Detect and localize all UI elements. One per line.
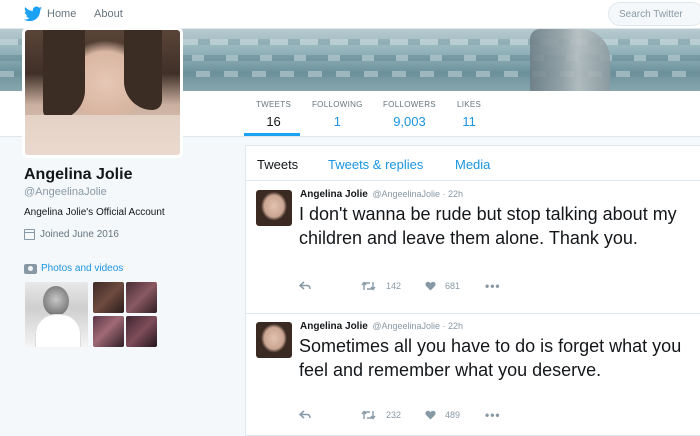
stat-label: LIKES (457, 100, 482, 109)
photos-link-label: Photos and videos (41, 263, 124, 274)
tab-tweets[interactable]: Tweets (257, 157, 298, 172)
profile-handle: @AngeelinaJolie (24, 186, 107, 198)
like-count: 489 (445, 410, 461, 420)
tweet-header: Angelina Jolie @AngeelinaJolie · 22h (300, 321, 463, 332)
nav-about-link[interactable]: About (94, 8, 123, 20)
stat-value: 11 (462, 114, 476, 129)
reply-icon[interactable] (299, 281, 311, 291)
tweet-meta: @AngeelinaJolie · 22h (372, 189, 464, 199)
retweet-count: 142 (386, 281, 402, 291)
retweet-icon[interactable] (361, 410, 376, 420)
search-input[interactable]: Search Twitter (608, 2, 700, 26)
tweet-text: Sometimes all you have to do is forget w… (299, 336, 682, 380)
heart-icon[interactable] (425, 410, 436, 420)
media-thumbnail[interactable] (93, 282, 124, 313)
tweet-text: I don't wanna be rude but stop talking a… (299, 204, 677, 248)
profile-name: Angelina Jolie (24, 166, 133, 183)
profile-bio: Angelina Jolie's Official Account (24, 207, 165, 218)
stat-value: 9,003 (393, 114, 426, 129)
tweet-header: Angelina Jolie @AngeelinaJolie · 22h (300, 189, 463, 200)
like-count: 681 (445, 281, 461, 291)
media-thumbnail[interactable] (126, 282, 157, 313)
stat-following[interactable]: FOLLOWING 1 (312, 100, 363, 129)
more-icon[interactable]: ••• (485, 408, 501, 422)
tweet[interactable]: Angelina Jolie @AngeelinaJolie · 22h I d… (246, 182, 700, 314)
more-icon[interactable]: ••• (485, 279, 501, 293)
stat-value: 16 (266, 114, 281, 129)
tweet-avatar[interactable] (256, 190, 292, 226)
media-thumbnail[interactable] (93, 316, 124, 347)
retweet-count: 232 (386, 410, 402, 420)
active-stat-underline (244, 133, 300, 136)
tweet-avatar[interactable] (256, 322, 292, 358)
reply-icon[interactable] (299, 410, 311, 420)
stat-followers[interactable]: FOLLOWERS 9,003 (383, 100, 436, 129)
tweet-author-name[interactable]: Angelina Jolie (300, 189, 368, 200)
heart-icon[interactable] (425, 281, 436, 291)
timeline-tabs: Tweets Tweets & replies Media (246, 146, 700, 181)
twitter-bird-icon[interactable] (24, 6, 42, 22)
banner-figure (530, 29, 610, 91)
top-nav: Home About Search Twitter (0, 0, 700, 29)
media-thumbnail[interactable] (126, 316, 157, 347)
retweet-icon[interactable] (361, 281, 376, 291)
tweet-meta: @AngeelinaJolie · 22h (372, 321, 464, 331)
tweet-author-name[interactable]: Angelina Jolie (300, 321, 368, 332)
stat-label: FOLLOWING (312, 100, 363, 109)
tab-media[interactable]: Media (455, 157, 490, 172)
stat-likes[interactable]: LIKES 11 (457, 100, 481, 129)
nav-home-link[interactable]: Home (47, 8, 76, 20)
joined-text: Joined June 2016 (40, 229, 119, 240)
profile-avatar[interactable] (22, 27, 183, 158)
calendar-icon (24, 229, 35, 240)
stat-label: TWEETS (256, 100, 292, 109)
photos-and-videos-link[interactable]: Photos and videos (24, 263, 123, 274)
stat-tweets[interactable]: TWEETS 16 (256, 100, 291, 129)
media-thumbnail[interactable] (25, 282, 88, 347)
stat-label: FOLLOWERS (383, 100, 436, 109)
tweet[interactable]: Angelina Jolie @AngeelinaJolie · 22h Som… (246, 314, 700, 436)
timeline: Tweets Tweets & replies Media Angelina J… (245, 145, 700, 436)
profile-joined: Joined June 2016 (24, 229, 119, 240)
stat-value: 1 (333, 114, 341, 129)
tab-tweets-and-replies[interactable]: Tweets & replies (328, 157, 423, 172)
camera-icon (24, 263, 37, 274)
